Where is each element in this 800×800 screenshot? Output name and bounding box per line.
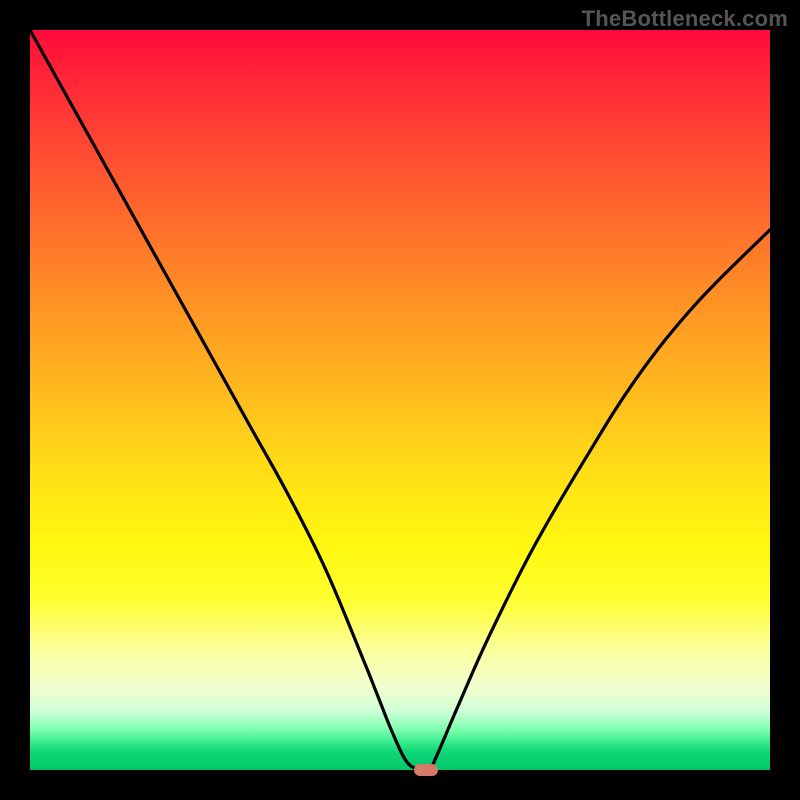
plot-area [30, 30, 770, 770]
chart-container: TheBottleneck.com [0, 0, 800, 800]
minimum-marker [414, 764, 438, 776]
watermark-text: TheBottleneck.com [582, 6, 788, 32]
bottleneck-curve [30, 30, 770, 770]
